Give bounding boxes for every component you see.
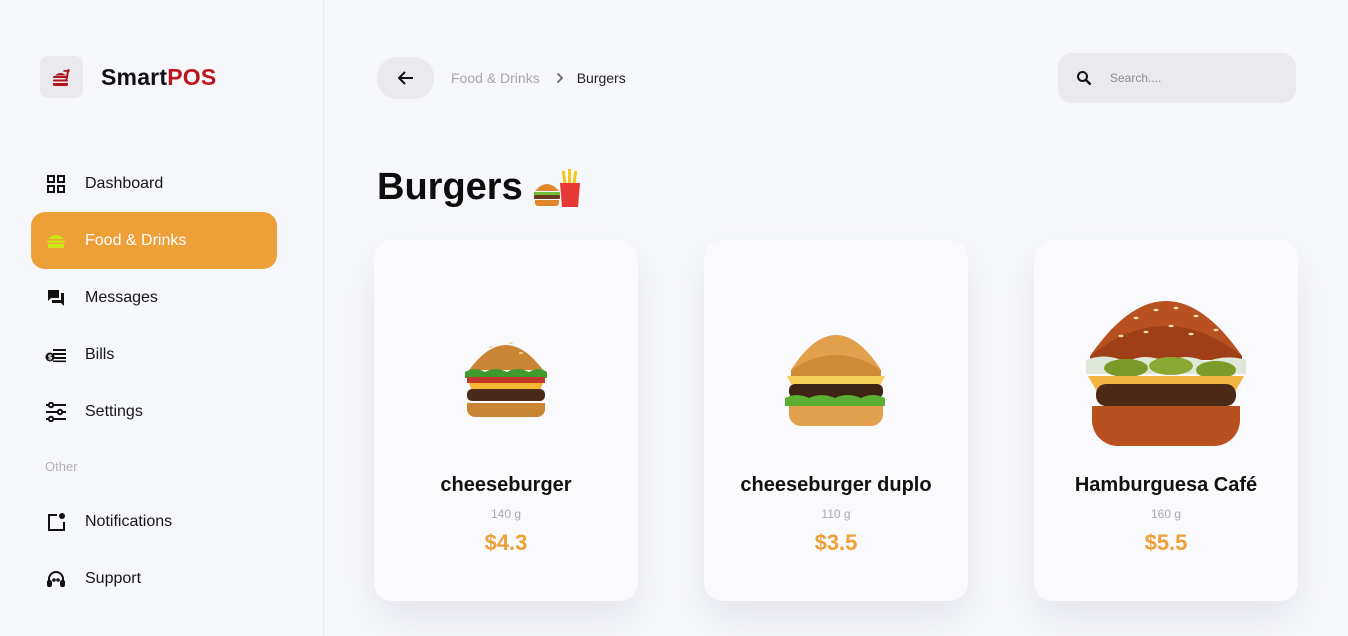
- sidebar-item-label: Messages: [85, 288, 158, 306]
- sidebar-item-support[interactable]: Support: [31, 550, 277, 607]
- sidebar-item-food-drinks[interactable]: Food & Drinks: [31, 212, 277, 269]
- sidebar-item-label: Dashboard: [85, 174, 164, 192]
- sidebar-item-messages[interactable]: Messages: [31, 269, 277, 326]
- product-name: cheeseburger: [440, 474, 572, 496]
- product-weight: 110 g: [821, 507, 851, 521]
- brand-name-part1: Smart: [101, 63, 168, 90]
- breadcrumb-current: Burgers: [576, 70, 626, 86]
- grid-icon: [45, 173, 67, 195]
- search-input[interactable]: [1110, 71, 1270, 85]
- arrow-left-icon: [397, 71, 413, 85]
- product-image: [374, 280, 638, 470]
- sidebar-item-bills[interactable]: $ Bills: [31, 326, 277, 383]
- headset-icon: [45, 568, 67, 590]
- product-weight: 160 g: [1150, 507, 1182, 521]
- burger-fries-icon: [533, 167, 581, 209]
- svg-text:$: $: [48, 353, 53, 361]
- product-card[interactable]: Hamburguesa Café 160 g $5.5: [1034, 240, 1298, 601]
- product-card[interactable]: cheeseburger duplo 110 g $3.5: [704, 240, 968, 601]
- burger-icon: [45, 230, 67, 252]
- page-title-text: Burgers: [377, 166, 523, 208]
- sidebar-item-label: Bills: [85, 345, 115, 363]
- product-price: $4.3: [484, 530, 528, 555]
- money-icon: $: [45, 344, 67, 366]
- product-image: [704, 280, 968, 470]
- product-price: $3.5: [814, 530, 858, 555]
- sidebar-item-label: Settings: [85, 402, 143, 420]
- logo-icon: [40, 56, 83, 98]
- brand-logo[interactable]: SmartPOS: [40, 56, 216, 98]
- sidebar-item-label: Food & Drinks: [85, 231, 187, 249]
- product-name: cheeseburger duplo: [740, 474, 932, 496]
- sidebar-item-dashboard[interactable]: Dashboard: [31, 155, 277, 212]
- sidebar: SmartPOS Dashboard Food & Drinks Message…: [0, 0, 324, 636]
- sidebar-item-label: Support: [85, 569, 142, 587]
- sliders-icon: [45, 401, 67, 423]
- page-title: Burgers: [377, 166, 581, 209]
- product-price: $5.5: [1144, 530, 1188, 555]
- chat-icon: [45, 287, 67, 309]
- search-icon: [1077, 71, 1092, 86]
- breadcrumb: Food & Drinks Burgers: [451, 70, 626, 86]
- notification-icon: [45, 511, 67, 533]
- back-button[interactable]: [377, 57, 434, 99]
- brand-name-part2: POS: [167, 63, 217, 90]
- section-label-other: Other: [45, 459, 78, 474]
- sidebar-item-settings[interactable]: Settings: [31, 383, 277, 440]
- sidebar-item-notifications[interactable]: Notifications: [31, 493, 277, 550]
- breadcrumb-parent[interactable]: Food & Drinks: [451, 70, 540, 86]
- product-name: Hamburguesa Café: [1074, 474, 1258, 496]
- chevron-right-icon: [556, 72, 564, 84]
- product-card[interactable]: cheeseburger 140 g $4.3: [374, 240, 638, 601]
- sidebar-item-label: Notifications: [85, 512, 173, 530]
- product-image: [1034, 280, 1298, 470]
- product-weight: 140 g: [490, 507, 522, 521]
- search-bar[interactable]: [1058, 53, 1296, 103]
- brand-name: SmartPOS: [101, 64, 216, 91]
